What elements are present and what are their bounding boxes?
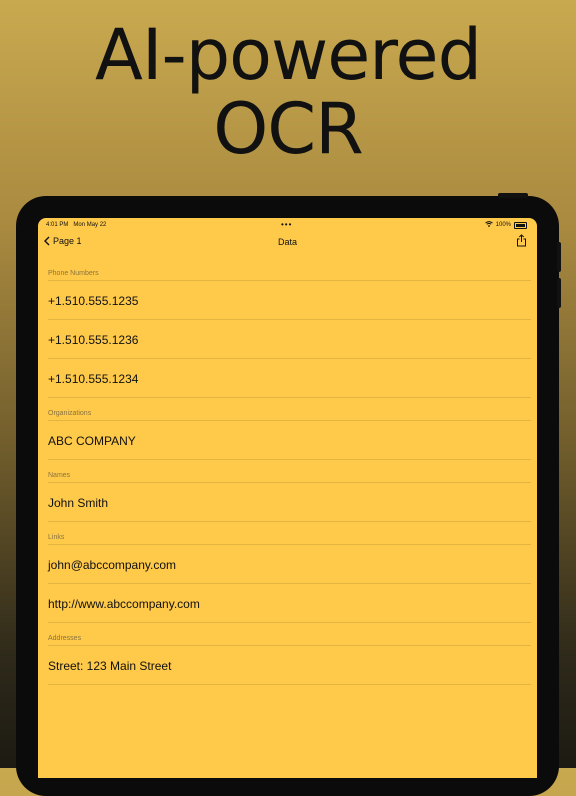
section-header-links: Links bbox=[48, 522, 531, 545]
list-item-address[interactable]: Street: 123 Main Street bbox=[48, 646, 531, 685]
status-date: Mon May 22 bbox=[73, 222, 107, 228]
list-item-phone[interactable]: +1.510.555.1235 bbox=[48, 281, 531, 320]
battery-percent: 100% bbox=[495, 222, 511, 228]
power-button bbox=[498, 193, 528, 198]
list-item-link[interactable]: john@abccompany.com bbox=[48, 545, 531, 584]
headline-line-2: OCR bbox=[213, 88, 364, 170]
tablet-screen: 4:01 PM Mon May 22 ••• 100% Page 1 Data … bbox=[38, 218, 537, 778]
nav-title: Data bbox=[277, 237, 297, 247]
multitasking-dots-icon[interactable]: ••• bbox=[281, 220, 292, 229]
data-list: Phone Numbers +1.510.555.1235 +1.510.555… bbox=[48, 258, 531, 685]
section-header-organizations: Organizations bbox=[48, 398, 531, 421]
section-header-names: Names bbox=[48, 460, 531, 483]
list-item-name[interactable]: John Smith bbox=[48, 483, 531, 522]
volume-down-button bbox=[557, 278, 561, 308]
share-icon bbox=[517, 234, 526, 247]
status-bar: 4:01 PM Mon May 22 ••• 100% bbox=[38, 218, 537, 232]
battery-icon bbox=[514, 221, 527, 229]
list-item-organization[interactable]: ABC COMPANY bbox=[48, 421, 531, 460]
share-button[interactable] bbox=[516, 234, 527, 252]
list-item-phone[interactable]: +1.510.555.1234 bbox=[48, 359, 531, 398]
list-item-link[interactable]: http://www.abccompany.com bbox=[48, 584, 531, 623]
section-header-phone-numbers: Phone Numbers bbox=[48, 258, 531, 281]
list-item-phone[interactable]: +1.510.555.1236 bbox=[48, 320, 531, 359]
wifi-icon bbox=[484, 221, 493, 229]
headline-line-1: AI-powered bbox=[94, 14, 482, 96]
volume-up-button bbox=[557, 242, 561, 272]
status-time: 4:01 PM bbox=[46, 222, 69, 228]
promo-headline: AI-powered OCR bbox=[0, 18, 576, 166]
navigation-bar: Page 1 Data bbox=[38, 232, 537, 254]
section-header-addresses: Addresses bbox=[48, 623, 531, 646]
